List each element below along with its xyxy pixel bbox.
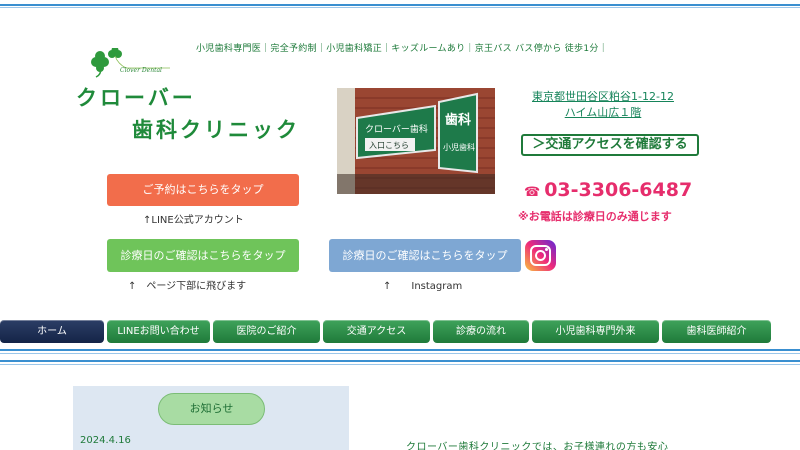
clinic-sign-photo: クローバー歯科 入口こちら 歯科 小児歯科 [337, 88, 495, 194]
address-line2: ハイム山広１階 [564, 106, 642, 119]
clinic-name-line2: 歯科クリニック [132, 118, 300, 142]
news-date: 2024.4.16 [80, 435, 131, 446]
divider-rule-thin [0, 353, 800, 354]
phone-text: 03-3306-6487 [544, 179, 693, 201]
address-line1: 東京都世田谷区粕谷1-12-12 [532, 90, 674, 103]
divider-rule [0, 360, 800, 362]
divider-rule-thin [0, 364, 800, 365]
phone-note: ※お電話は診療日のみ通じます [518, 210, 672, 223]
nav-treatment-flow[interactable]: 診療の流れ [433, 320, 529, 343]
sign-vertical-1: 歯科 [445, 112, 471, 128]
sign-vertical-2: 小児歯科 [443, 142, 475, 152]
phone-icon: ☎ [524, 185, 541, 200]
clinic-name-line1: クローバー [76, 86, 196, 110]
divider-rule [0, 349, 800, 351]
sign-entrance-text: 入口こちら [369, 141, 409, 150]
days-note-page: ↑ ページ下部に飛びます [128, 281, 247, 292]
access-button[interactable]: ＞交通アクセスを確認する [521, 134, 699, 156]
tagline: 小児歯科専門医｜完全予約制｜小児歯科矯正｜キッズルームあり｜京王バス バス停から… [196, 44, 608, 54]
main-nav: ホーム LINEお問い合わせ 医院のご紹介 交通アクセス 診療の流れ 小児歯科専… [0, 320, 800, 344]
clinic-days-button-instagram[interactable]: 診療日のご確認はこちらをタップ [329, 239, 521, 272]
days-note-instagram: ↑ Instagram [383, 281, 463, 292]
intro-text: クローバー歯科クリニックでは、お子様連れの方も安心 [406, 442, 669, 450]
sign-main-text: クローバー歯科 [365, 123, 428, 135]
nav-clinic-intro[interactable]: 医院のご紹介 [213, 320, 320, 343]
clinic-days-button-page[interactable]: 診療日のご確認はこちらをタップ [107, 239, 299, 272]
nav-dentists[interactable]: 歯科医師紹介 [662, 320, 771, 343]
instagram-icon[interactable] [525, 240, 556, 271]
reserve-button[interactable]: ご予約はこちらをタップ [107, 174, 299, 206]
address-link[interactable]: 東京都世田谷区粕谷1-12-12 ハイム山広１階 [522, 89, 684, 121]
nav-home[interactable]: ホーム [0, 320, 104, 343]
reserve-note: ↑LINE公式アカウント [143, 215, 244, 226]
top-rule [0, 4, 800, 6]
nav-pediatric[interactable]: 小児歯科専門外来 [532, 320, 659, 343]
nav-line-inquiry[interactable]: LINEお問い合わせ [107, 320, 210, 343]
phone-number[interactable]: ☎ 03-3306-6487 [524, 179, 692, 201]
nav-access[interactable]: 交通アクセス [323, 320, 430, 343]
news-button[interactable]: お知らせ [158, 393, 265, 425]
top-rule-thin [0, 7, 800, 8]
logo-text: Clover Dental [120, 67, 162, 74]
